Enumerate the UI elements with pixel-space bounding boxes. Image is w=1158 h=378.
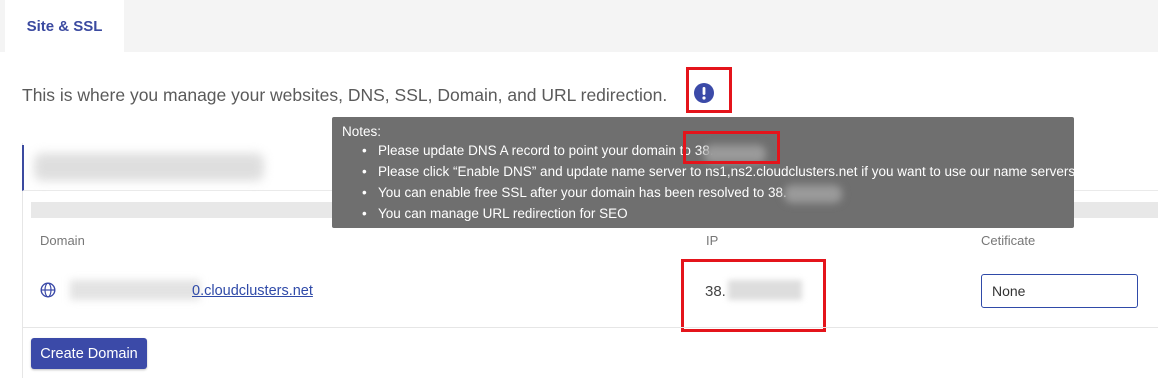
notes-list: Please update DNS A record to point your… [342, 140, 1075, 224]
column-header-certificate: Cetificate [981, 233, 1036, 248]
redacted-ip-note [704, 145, 766, 163]
exclamation-circle-icon[interactable] [693, 82, 715, 104]
notes-tooltip: Notes: Please update DNS A record to poi… [332, 117, 1075, 228]
redacted-domain-prefix [70, 280, 200, 300]
column-header-ip: IP [706, 233, 719, 248]
note-item: You can manage URL redirection for SEO [360, 203, 1064, 224]
create-domain-button[interactable]: Create Domain [31, 338, 147, 369]
globe-icon [40, 282, 56, 298]
ip-value: 38. [705, 283, 726, 300]
certificate-select[interactable]: None [981, 274, 1138, 308]
tab-site-ssl[interactable]: Site & SSL [5, 0, 124, 52]
note-item: You can enable free SSL after your domai… [360, 182, 1064, 203]
redacted-ip-note [784, 185, 842, 203]
tab-bar [0, 0, 1158, 52]
column-header-domain: Domain [40, 233, 85, 248]
redacted-ip [728, 280, 802, 300]
note-item: Please click “Enable DNS” and update nam… [360, 161, 1075, 182]
page-description: This is where you manage your websites, … [22, 85, 668, 105]
redacted-site-name [34, 153, 264, 181]
tooltip-title: Notes: [342, 124, 382, 139]
row-divider [22, 327, 1158, 328]
domain-link[interactable]: 0.cloudclusters.net [192, 283, 313, 299]
